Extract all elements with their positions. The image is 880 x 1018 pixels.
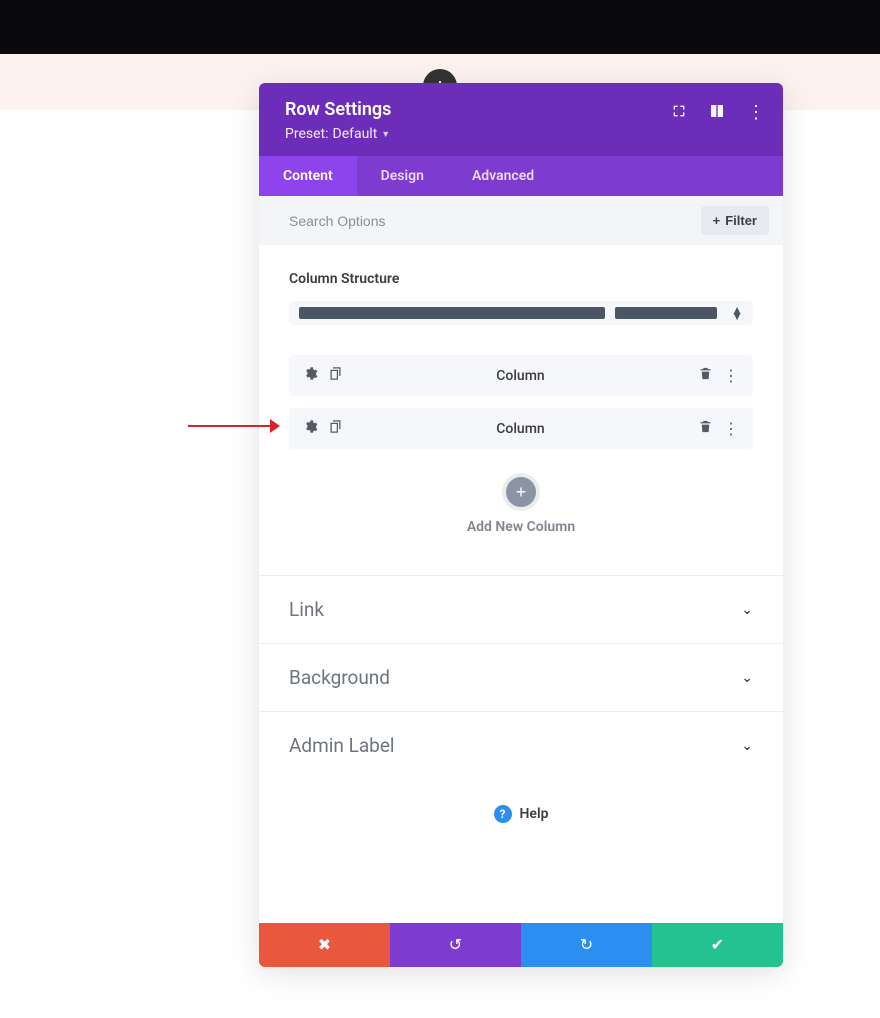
- modal-action-bar: ✖ ↺ ↻ ✔: [259, 923, 783, 967]
- trash-icon[interactable]: [698, 419, 713, 438]
- plus-icon: +: [516, 483, 527, 501]
- chevron-down-icon: ⌄: [741, 738, 753, 754]
- plus-icon: +: [713, 213, 721, 228]
- search-input[interactable]: [289, 213, 701, 229]
- filter-label: Filter: [725, 213, 757, 228]
- column-item[interactable]: Column ⋮: [289, 355, 753, 396]
- accordion-label: Background: [289, 666, 390, 689]
- help-link[interactable]: ? Help: [259, 779, 783, 923]
- structure-bar-large: [299, 307, 605, 319]
- undo-icon: ↺: [449, 935, 462, 955]
- more-menu-icon[interactable]: ⋮: [747, 104, 765, 122]
- content-body: Column Structure ▲▼ Column ⋮: [259, 245, 783, 575]
- expand-icon[interactable]: [671, 103, 687, 123]
- search-row: + Filter: [259, 196, 783, 245]
- add-column-button[interactable]: +: [506, 477, 536, 507]
- tab-content[interactable]: Content: [259, 156, 357, 196]
- accordion-link[interactable]: Link ⌄: [259, 576, 783, 644]
- header-icon-group: ⋮: [671, 103, 765, 123]
- duplicate-icon[interactable]: [328, 366, 343, 385]
- page-top-bar: [0, 0, 880, 54]
- gear-icon[interactable]: [303, 366, 318, 385]
- column-item[interactable]: Column ⋮: [289, 408, 753, 449]
- trash-icon[interactable]: [698, 366, 713, 385]
- close-icon: ✖: [318, 935, 331, 955]
- options-accordion: Link ⌄ Background ⌄ Admin Label ⌄: [259, 575, 783, 779]
- caret-down-icon: ▼: [381, 129, 390, 140]
- check-icon: ✔: [711, 935, 724, 955]
- duplicate-icon[interactable]: [328, 419, 343, 438]
- settings-tabs: Content Design Advanced: [259, 156, 783, 196]
- column-structure-selector[interactable]: ▲▼: [289, 301, 753, 325]
- help-label: Help: [520, 806, 549, 822]
- preset-value: Default: [333, 126, 378, 142]
- structure-bar-small: [615, 307, 717, 319]
- redo-button[interactable]: ↻: [521, 923, 652, 967]
- sort-handle-icon: ▲▼: [731, 307, 743, 319]
- chevron-down-icon: ⌄: [741, 602, 753, 618]
- columns-icon[interactable]: [709, 103, 725, 123]
- tab-advanced[interactable]: Advanced: [448, 156, 558, 196]
- redo-icon: ↻: [580, 935, 593, 955]
- undo-button[interactable]: ↺: [390, 923, 521, 967]
- accordion-label: Link: [289, 598, 324, 621]
- preset-dropdown[interactable]: Preset: Default ▼: [285, 126, 757, 142]
- tab-design[interactable]: Design: [357, 156, 448, 196]
- accordion-admin-label[interactable]: Admin Label ⌄: [259, 712, 783, 779]
- row-settings-modal: Row Settings Preset: Default ▼ ⋮ Content…: [259, 83, 783, 967]
- filter-button[interactable]: + Filter: [701, 206, 769, 235]
- more-menu-icon[interactable]: ⋮: [723, 366, 739, 385]
- add-column-section: + Add New Column: [289, 461, 753, 575]
- save-button[interactable]: ✔: [652, 923, 783, 967]
- accordion-background[interactable]: Background ⌄: [259, 644, 783, 712]
- chevron-down-icon: ⌄: [741, 670, 753, 686]
- cancel-button[interactable]: ✖: [259, 923, 390, 967]
- gear-icon[interactable]: [303, 419, 318, 438]
- column-label: Column: [343, 368, 698, 384]
- preset-prefix: Preset:: [285, 126, 329, 142]
- accordion-label: Admin Label: [289, 734, 395, 757]
- column-structure-label: Column Structure: [289, 271, 753, 287]
- column-label: Column: [343, 421, 698, 437]
- add-column-label: Add New Column: [289, 519, 753, 535]
- help-icon: ?: [494, 805, 512, 823]
- modal-header: Row Settings Preset: Default ▼ ⋮: [259, 83, 783, 156]
- more-menu-icon[interactable]: ⋮: [723, 419, 739, 438]
